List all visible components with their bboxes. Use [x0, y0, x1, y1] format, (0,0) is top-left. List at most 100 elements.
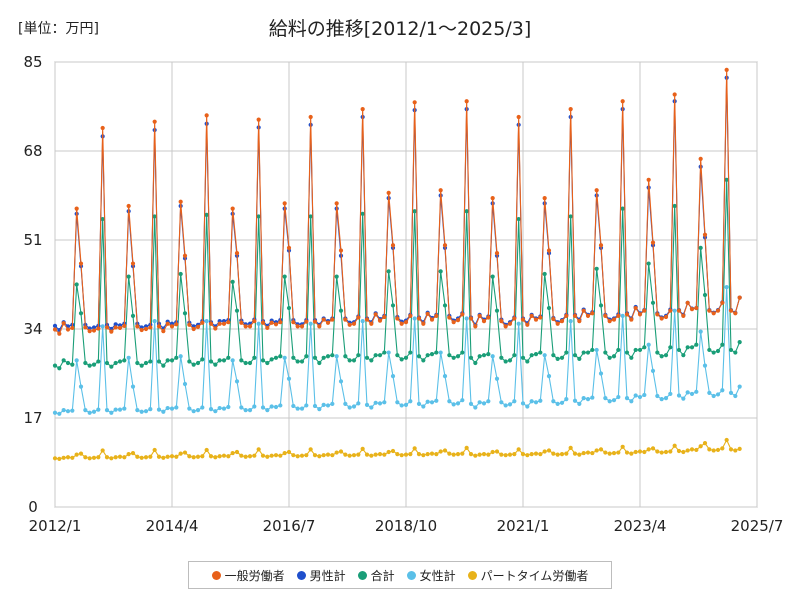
- data-point: [360, 211, 365, 216]
- data-point: [555, 321, 560, 326]
- data-point: [356, 401, 361, 406]
- data-point: [390, 374, 396, 379]
- data-point: [520, 317, 526, 322]
- data-point: [585, 313, 591, 319]
- data-point: [442, 374, 448, 379]
- data-point: [481, 353, 487, 358]
- data-point: [581, 450, 586, 456]
- data-point: [204, 319, 209, 324]
- data-point: [113, 455, 118, 460]
- data-point: [165, 405, 170, 411]
- data-point: [603, 450, 608, 455]
- data-point: [403, 320, 409, 325]
- data-point: [447, 451, 452, 456]
- data-point: [269, 404, 274, 409]
- data-point: [559, 400, 565, 405]
- data-point: [447, 315, 452, 320]
- data-point: [96, 407, 101, 412]
- data-point: [698, 329, 703, 334]
- data-point: [507, 402, 513, 407]
- data-point: [338, 248, 344, 253]
- data-point: [494, 308, 500, 313]
- data-point: [720, 342, 725, 347]
- data-point: [438, 449, 443, 454]
- data-point: [139, 455, 144, 460]
- data-point: [477, 313, 482, 319]
- data-point: [720, 446, 725, 451]
- data-point: [533, 400, 539, 405]
- data-point: [525, 322, 530, 327]
- data-point: [490, 196, 495, 201]
- data-point: [464, 316, 469, 321]
- data-point: [408, 313, 413, 319]
- data-point: [572, 313, 578, 319]
- data-point: [676, 347, 682, 353]
- x-tick-label: 2012/1: [29, 517, 82, 535]
- data-point: [334, 354, 339, 359]
- data-point: [165, 358, 170, 363]
- data-point: [83, 408, 88, 413]
- data-point: [52, 327, 58, 332]
- data-point: [659, 354, 664, 359]
- data-point: [169, 358, 175, 363]
- data-point: [273, 453, 279, 458]
- data-point: [373, 400, 378, 405]
- data-point: [200, 357, 205, 362]
- data-point: [425, 399, 430, 404]
- data-point: [230, 206, 235, 211]
- data-point: [295, 359, 300, 364]
- data-point: [343, 401, 348, 406]
- data-point: [373, 312, 378, 317]
- data-point: [122, 406, 127, 411]
- data-point: [57, 411, 62, 416]
- data-point: [473, 453, 478, 458]
- data-point: [252, 453, 257, 458]
- data-point: [568, 214, 573, 219]
- data-point: [256, 321, 261, 326]
- data-point: [581, 308, 586, 313]
- x-tick-label: 2021/1: [497, 517, 550, 535]
- data-point: [689, 447, 695, 452]
- data-point: [364, 355, 370, 360]
- data-point: [195, 454, 201, 459]
- data-point: [403, 355, 409, 360]
- data-point: [737, 384, 742, 389]
- data-point: [52, 323, 58, 328]
- data-point: [83, 455, 88, 460]
- data-point: [230, 450, 235, 456]
- data-point: [295, 454, 300, 459]
- data-point: [551, 451, 556, 456]
- data-point: [390, 448, 396, 454]
- data-point: [91, 455, 97, 460]
- data-point: [477, 354, 482, 359]
- data-point: [377, 452, 383, 457]
- data-point: [256, 447, 261, 452]
- data-point: [148, 407, 153, 412]
- data-point: [737, 446, 742, 451]
- data-point: [230, 358, 235, 363]
- data-point: [711, 350, 716, 355]
- data-point: [590, 450, 595, 456]
- data-point: [330, 353, 335, 358]
- data-point: [195, 360, 201, 366]
- data-point: [720, 388, 725, 393]
- data-point: [135, 324, 140, 329]
- data-point: [568, 107, 573, 112]
- data-point: [113, 360, 118, 366]
- chart-title: 給料の推移[2012/1～2025/3]: [268, 18, 532, 40]
- data-point: [577, 356, 582, 361]
- legend-label: 男性計: [309, 568, 346, 583]
- data-point: [148, 325, 153, 330]
- data-point: [356, 315, 361, 320]
- data-point: [135, 360, 140, 366]
- data-point: [516, 321, 521, 326]
- data-point: [83, 360, 88, 366]
- data-point: [624, 396, 630, 401]
- data-point: [611, 354, 617, 359]
- data-point: [91, 409, 97, 414]
- data-point: [733, 448, 738, 453]
- data-point: [291, 453, 296, 458]
- data-point: [178, 451, 183, 456]
- data-point: [130, 261, 136, 266]
- data-point: [109, 410, 114, 415]
